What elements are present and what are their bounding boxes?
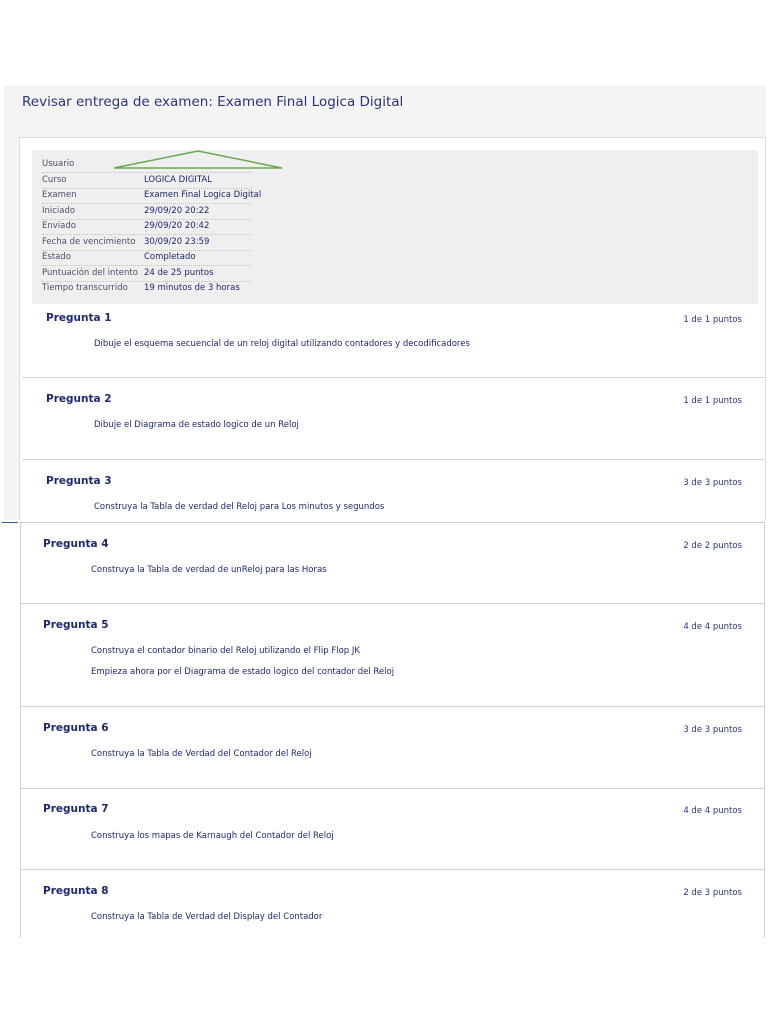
page-title: Revisar entrega de examen: Examen Final … <box>22 94 404 110</box>
question-1-text: Dibuje el esquema secuencial de un reloj… <box>94 339 470 349</box>
question-3-points: 3 de 3 puntos <box>683 478 742 488</box>
question-2-points: 1 de 1 puntos <box>683 396 742 406</box>
question-5-points: 4 de 4 puntos <box>683 622 742 632</box>
questions-panel <box>20 522 765 938</box>
question-1-title: Pregunta 1 <box>46 312 112 324</box>
detail-value: Completado <box>144 252 196 262</box>
attempt-details-table: Usuario Curso LOGICA DIGITAL Examen Exam… <box>32 150 758 304</box>
question-5-text-2: Empieza ahora por el Diagrama de estado … <box>91 667 395 677</box>
question-4-text: Construya la Tabla de verdad de unReloj … <box>91 565 327 575</box>
question-8-text: Construya la Tabla de Verdad del Display… <box>91 912 323 922</box>
redaction-triangle-annotation <box>113 150 283 169</box>
question-1-points: 1 de 1 puntos <box>683 315 742 325</box>
question-8-points: 2 de 3 puntos <box>683 888 742 898</box>
question-3-text: Construya la Tabla de verdad del Reloj p… <box>94 502 385 512</box>
detail-value: 29/09/20 20:42 <box>144 221 210 231</box>
question-6-points: 3 de 3 puntos <box>683 725 742 735</box>
detail-value: 29/09/20 20:22 <box>144 206 210 216</box>
question-8-title: Pregunta 8 <box>43 885 109 897</box>
question-4-points: 2 de 2 puntos <box>683 541 742 551</box>
detail-value: 24 de 25 puntos <box>144 268 214 278</box>
question-7-text: Construya los mapas de Karnaugh del Cont… <box>91 831 334 841</box>
detail-label: Puntuación del intento <box>42 268 138 278</box>
detail-value: LOGICA DIGITAL <box>144 175 212 185</box>
question-6-title: Pregunta 6 <box>43 722 109 734</box>
question-7-title: Pregunta 7 <box>43 803 109 815</box>
detail-label: Estado <box>42 252 71 262</box>
detail-label: Fecha de vencimiento <box>42 237 136 247</box>
question-3-title: Pregunta 3 <box>46 475 112 487</box>
question-7-points: 4 de 4 puntos <box>683 806 742 816</box>
page-seam-line <box>2 522 18 523</box>
detail-label: Tiempo transcurrido <box>42 283 128 293</box>
detail-label: Curso <box>42 175 67 185</box>
question-5-text: Construya el contador binario del Reloj … <box>91 646 360 656</box>
detail-label: Examen <box>42 190 77 200</box>
detail-label: Enviado <box>42 221 76 231</box>
question-2-text: Dibuje el Diagrama de estado logico de u… <box>94 420 299 430</box>
detail-value: Examen Final Logica Digital <box>144 190 262 200</box>
detail-value: 30/09/20 23:59 <box>144 237 210 247</box>
detail-label: Iniciado <box>42 206 76 216</box>
question-4-title: Pregunta 4 <box>43 538 109 550</box>
question-5-title: Pregunta 5 <box>43 619 109 631</box>
question-2-title: Pregunta 2 <box>46 393 112 405</box>
detail-value: 19 minutos de 3 horas <box>144 283 240 293</box>
question-6-text: Construya la Tabla de Verdad del Contado… <box>91 749 312 759</box>
